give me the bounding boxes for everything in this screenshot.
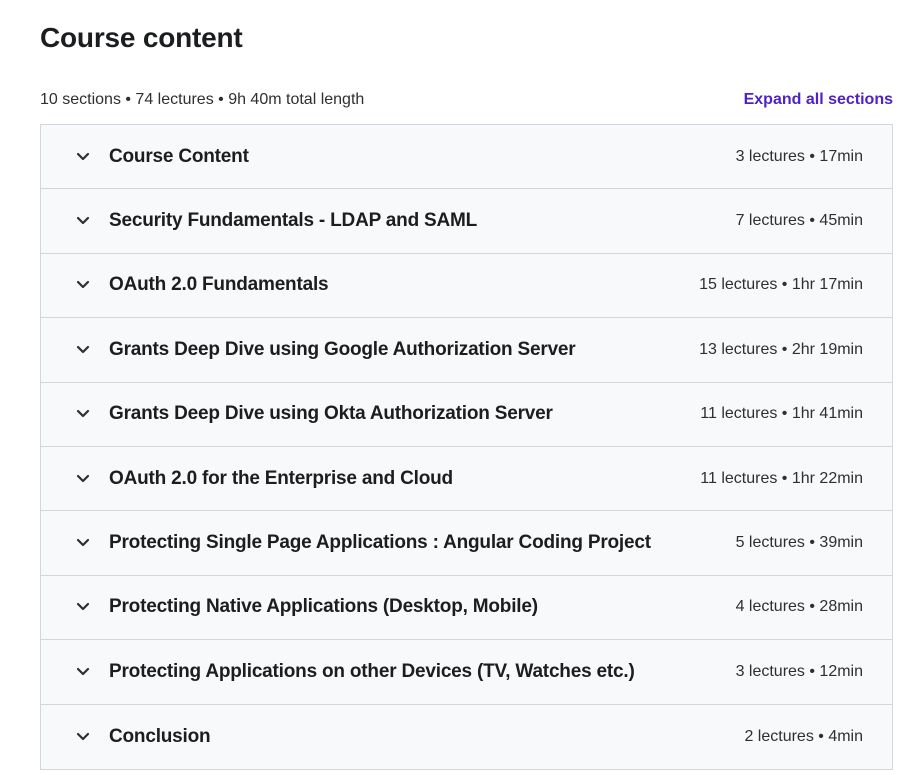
section-meta: 7 lectures • 45min: [735, 212, 863, 230]
section-row[interactable]: OAuth 2.0 Fundamentals 15 lectures • 1hr…: [41, 254, 892, 319]
chevron-down-icon: [73, 727, 93, 747]
section-row[interactable]: Security Fundamentals - LDAP and SAML 7 …: [41, 189, 892, 254]
section-title: Grants Deep Dive using Okta Authorizatio…: [109, 403, 553, 425]
chevron-down-icon: [73, 211, 93, 231]
chevron-down-icon: [73, 469, 93, 489]
section-meta: 11 lectures • 1hr 41min: [700, 405, 863, 423]
page-title: Course content: [40, 22, 243, 53]
section-meta: 15 lectures • 1hr 17min: [699, 276, 863, 294]
course-content-panel: Course content 10 sections • 74 lectures…: [0, 0, 908, 775]
section-title: Security Fundamentals - LDAP and SAML: [109, 210, 478, 232]
section-row[interactable]: Conclusion 2 lectures • 4min: [41, 705, 892, 769]
chevron-down-icon: [73, 404, 93, 424]
expand-all-sections-button[interactable]: Expand all sections: [744, 91, 893, 109]
section-row[interactable]: Protecting Single Page Applications : An…: [41, 511, 892, 576]
section-title: OAuth 2.0 Fundamentals: [109, 274, 329, 296]
section-row[interactable]: Protecting Native Applications (Desktop,…: [41, 576, 892, 641]
section-row[interactable]: Grants Deep Dive using Okta Authorizatio…: [41, 383, 892, 447]
section-meta: 11 lectures • 1hr 22min: [700, 469, 863, 487]
section-row[interactable]: Protecting Applications on other Devices…: [41, 640, 892, 705]
course-summary-text: 10 sections • 74 lectures • 9h 40m total…: [40, 91, 365, 108]
section-meta: 3 lectures • 17min: [735, 147, 863, 165]
section-row[interactable]: Grants Deep Dive using Google Authorizat…: [41, 318, 892, 383]
section-title: Grants Deep Dive using Google Authorizat…: [109, 338, 576, 360]
section-title: Course Content: [109, 145, 249, 167]
chevron-down-icon: [73, 662, 93, 682]
section-meta: 4 lectures • 28min: [735, 598, 863, 616]
section-row[interactable]: Course Content 3 lectures • 17min: [41, 125, 892, 190]
chevron-down-icon: [73, 147, 93, 167]
section-meta: 13 lectures • 2hr 19min: [699, 340, 863, 358]
chevron-down-icon: [73, 275, 93, 295]
chevron-down-icon: [73, 340, 93, 360]
section-row[interactable]: OAuth 2.0 for the Enterprise and Cloud 1…: [41, 447, 892, 512]
section-meta: 2 lectures • 4min: [744, 727, 863, 745]
course-summary-row: 10 sections • 74 lectures • 9h 40m total…: [40, 89, 893, 111]
section-title: Protecting Native Applications (Desktop,…: [109, 596, 538, 618]
section-title: Protecting Applications on other Devices…: [109, 660, 635, 682]
chevron-down-icon: [73, 597, 93, 617]
section-title: OAuth 2.0 for the Enterprise and Cloud: [109, 467, 453, 489]
section-meta: 3 lectures • 12min: [735, 662, 863, 680]
sections-accordion: Course Content 3 lectures • 17min Securi…: [40, 124, 893, 770]
section-title: Conclusion: [109, 725, 211, 747]
chevron-down-icon: [73, 533, 93, 553]
section-title: Protecting Single Page Applications : An…: [109, 532, 651, 554]
section-meta: 5 lectures • 39min: [735, 534, 863, 552]
